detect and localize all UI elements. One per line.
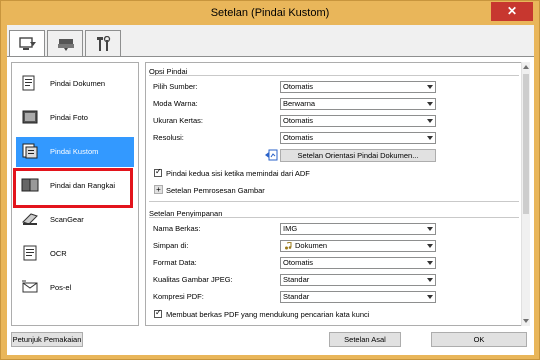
scroll-thumb[interactable]	[523, 74, 529, 214]
ocr-icon	[21, 244, 39, 262]
sidebar-item-label: OCR	[50, 249, 67, 258]
section-divider	[149, 75, 519, 76]
scan-from-computer-tab[interactable]	[9, 30, 45, 58]
scan-computer-icon	[19, 37, 36, 50]
jpeg-quality-label: Kualitas Gambar JPEG:	[153, 275, 233, 284]
sidebar-item-photo-scan[interactable]: Pindai Foto	[16, 103, 134, 133]
resolution-value: Otomatis	[283, 133, 314, 142]
keyword-search-checkbox[interactable]	[154, 308, 162, 318]
dialog-client-area: Pindai Dokumen Pindai Foto Pindai Kustom	[7, 25, 534, 355]
scroll-down-icon[interactable]	[523, 319, 529, 323]
pdf-compression-value: Standar	[283, 292, 310, 301]
section-divider	[149, 201, 519, 202]
color-mode-select[interactable]: Berwarna	[280, 98, 436, 110]
sidebar-item-custom-scan[interactable]: Pindai Kustom	[16, 137, 134, 167]
orientation-icon	[265, 149, 278, 161]
paper-size-label: Ukuran Kertas:	[153, 116, 204, 125]
sidebar-item-label: Pos-el	[50, 283, 72, 292]
ok-button[interactable]: OK	[431, 332, 527, 347]
window-title: Setelan (Pindai Kustom)	[210, 7, 330, 19]
sidebar-item-label: Pindai Dokumen	[50, 79, 106, 88]
custom-scan-icon	[21, 142, 39, 160]
sidebar-item-email[interactable]: Pos-el	[16, 273, 134, 303]
sidebar-item-label: ScanGear	[50, 215, 84, 224]
file-name-label: Nama Berkas:	[153, 224, 201, 233]
chevron-down-icon	[427, 227, 433, 231]
chevron-down-icon	[427, 136, 433, 140]
instructions-button[interactable]: Petunjuk Pemakaian	[11, 332, 83, 347]
section-divider	[149, 217, 519, 218]
save-in-value: Dokumen	[295, 241, 328, 250]
chevron-down-icon	[427, 119, 433, 123]
tab-panel: Pindai Dokumen Pindai Foto Pindai Kustom	[7, 56, 534, 355]
chevron-down-icon	[427, 244, 433, 248]
general-settings-tab[interactable]	[85, 30, 121, 56]
orientation-settings-button[interactable]: Setelan Orientasi Pindai Dokumen...	[280, 149, 436, 162]
paper-size-value: Otomatis	[283, 116, 314, 125]
chevron-down-icon	[427, 85, 433, 89]
jpeg-quality-select[interactable]: Standar	[280, 274, 436, 286]
save-in-label: Simpan di:	[153, 241, 189, 250]
scangear-icon	[21, 210, 39, 228]
jpeg-quality-value: Standar	[283, 275, 310, 284]
data-format-select[interactable]: Otomatis	[280, 257, 436, 269]
scan-from-panel-tab[interactable]	[47, 30, 83, 56]
sidebar-item-scangear[interactable]: ScanGear	[16, 205, 134, 235]
expand-image-processing-button[interactable]: +	[154, 185, 163, 194]
scanner-icon	[58, 39, 74, 51]
data-format-value: Otomatis	[283, 258, 314, 267]
photo-scan-icon	[21, 108, 39, 126]
file-name-select[interactable]: IMG	[280, 223, 436, 235]
paper-size-select[interactable]: Otomatis	[280, 115, 436, 127]
scroll-up-icon[interactable]	[523, 65, 529, 69]
color-mode-value: Berwarna	[283, 99, 316, 108]
sidebar-item-document-scan[interactable]: Pindai Dokumen	[16, 69, 134, 99]
settings-scrollbar[interactable]	[521, 62, 530, 326]
pdf-compression-label: Kompresi PDF:	[153, 292, 204, 301]
resolution-select[interactable]: Otomatis	[280, 132, 436, 144]
source-select[interactable]: Otomatis	[280, 81, 436, 93]
file-name-value: IMG	[283, 224, 298, 233]
chevron-down-icon	[427, 102, 433, 106]
selection-highlight-frame	[13, 168, 133, 208]
pdf-compression-select[interactable]: Standar	[280, 291, 436, 303]
settings-dialog: Setelan (Pindai Kustom) ✕ Pindai Dokumen…	[0, 0, 540, 360]
email-icon	[21, 278, 39, 296]
duplex-checkbox-label: Pindai kedua sisi ketika memindai dari A…	[166, 169, 310, 178]
color-mode-label: Moda Warna:	[153, 99, 198, 108]
save-in-select[interactable]: Dokumen	[280, 240, 436, 252]
sidebar-item-label: Pindai Kustom	[50, 147, 99, 156]
source-value: Otomatis	[283, 82, 314, 91]
resolution-label: Resolusi:	[153, 133, 184, 142]
document-scan-icon	[21, 74, 39, 92]
keyword-search-checkbox-label: Membuat berkas PDF yang mendukung pencar…	[166, 310, 370, 319]
sidebar-item-label: Pindai Foto	[50, 113, 88, 122]
close-button[interactable]: ✕	[491, 2, 533, 21]
chevron-down-icon	[427, 295, 433, 299]
sidebar-item-ocr[interactable]: OCR	[16, 239, 134, 269]
defaults-button[interactable]: Setelan Asal	[329, 332, 401, 347]
settings-panel: Opsi Pindai Pilih Sumber: Otomatis Moda …	[145, 62, 527, 326]
source-label: Pilih Sumber:	[153, 82, 198, 91]
music-folder-icon	[285, 242, 292, 250]
image-processing-label: Setelan Pemrosesan Gambar	[166, 186, 265, 195]
chevron-down-icon	[427, 261, 433, 265]
tools-icon	[97, 36, 111, 51]
data-format-label: Format Data:	[153, 258, 197, 267]
chevron-down-icon	[427, 278, 433, 282]
duplex-checkbox[interactable]	[154, 167, 162, 177]
